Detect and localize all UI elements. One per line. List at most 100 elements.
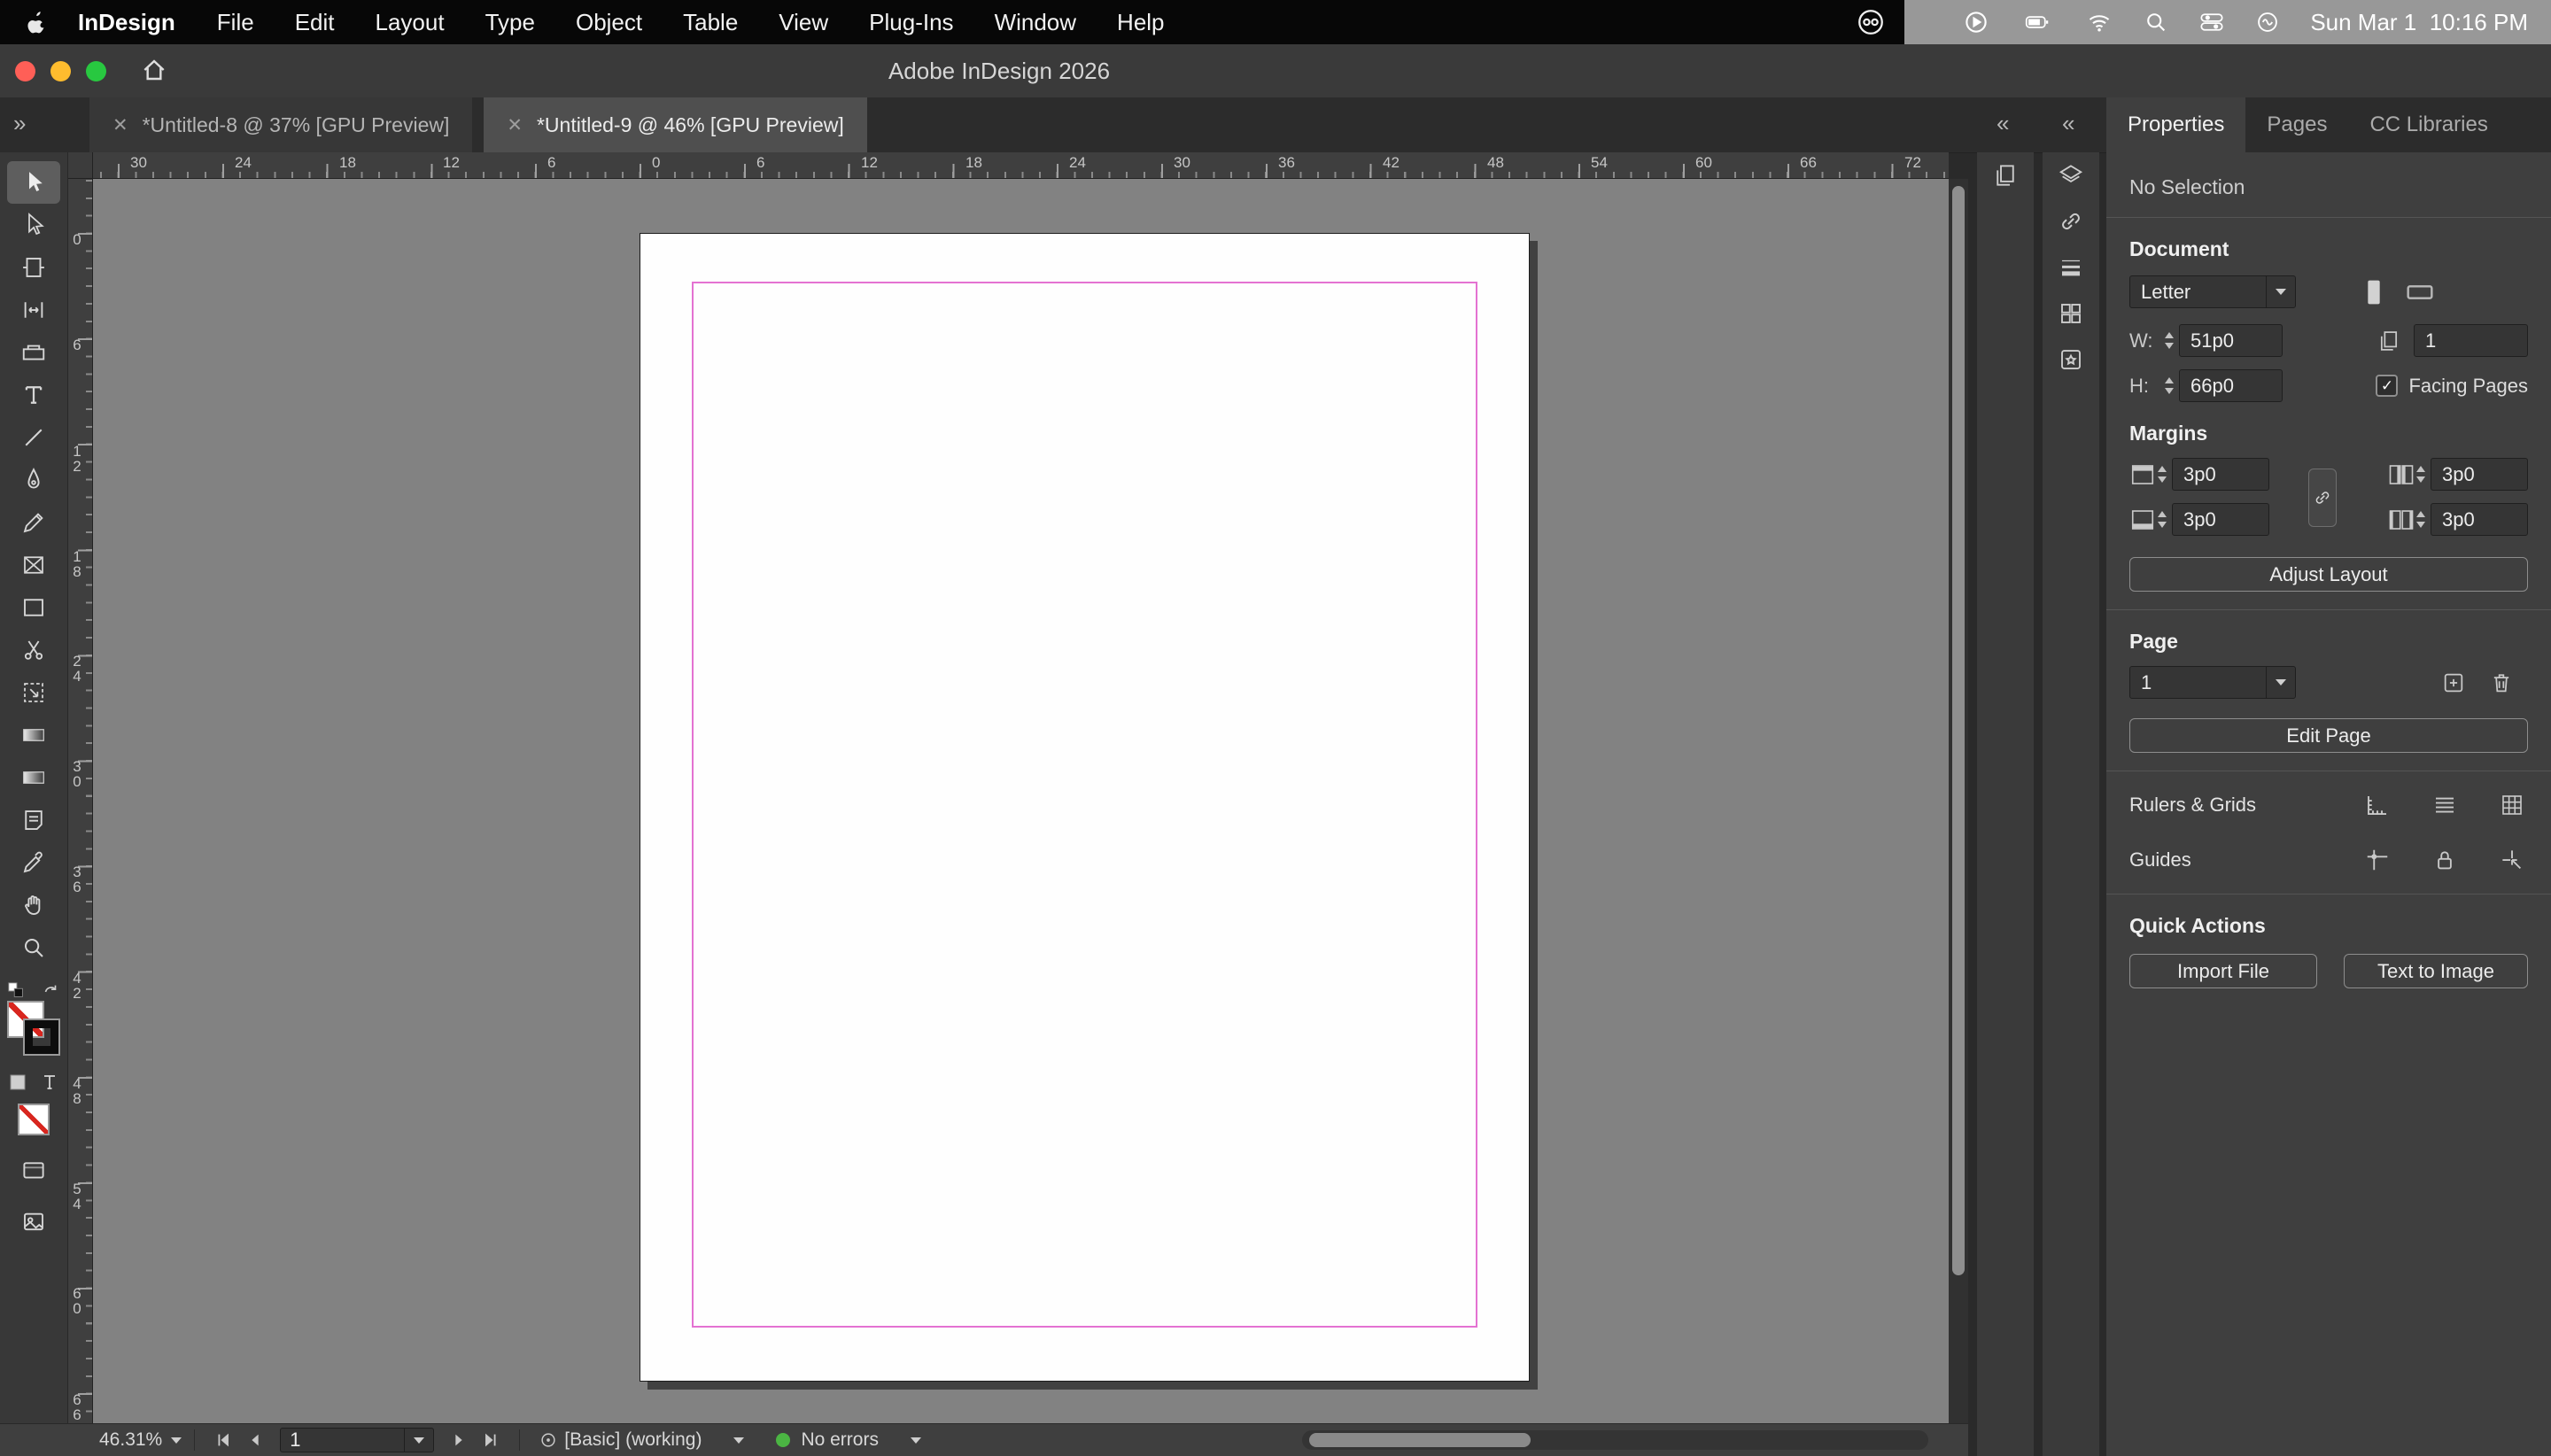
menu-view[interactable]: View — [758, 9, 849, 36]
width-stepper[interactable] — [2165, 332, 2174, 349]
line-tool[interactable] — [7, 416, 60, 459]
gradient-swatch-tool[interactable] — [7, 714, 60, 756]
control-center-icon[interactable] — [2198, 10, 2225, 35]
edit-page-button[interactable]: Edit Page — [2129, 718, 2528, 753]
media-control-icon[interactable] — [1963, 9, 1989, 35]
menu-help[interactable]: Help — [1097, 9, 1184, 36]
cc-libraries-panel-icon[interactable] — [2043, 337, 2099, 383]
document-tab-untitled-8[interactable]: ✕ *Untitled-8 @ 37% [GPU Preview] — [89, 97, 473, 152]
horizontal-scrollbar[interactable] — [1302, 1430, 1928, 1450]
inside-margin-field[interactable]: 3p0 — [2431, 458, 2528, 491]
home-icon[interactable] — [140, 56, 168, 84]
bottom-margin-field[interactable]: 3p0 — [2172, 503, 2269, 536]
menu-type[interactable]: Type — [465, 9, 555, 36]
show-rulers-button[interactable] — [2361, 789, 2393, 821]
apply-none-button[interactable] — [18, 1104, 50, 1135]
document-page[interactable] — [640, 233, 1530, 1382]
horizontal-scrollbar-thumb[interactable] — [1309, 1433, 1531, 1447]
document-tab-untitled-9[interactable]: ✕ *Untitled-9 @ 46% [GPU Preview] — [484, 97, 867, 152]
vertical-scrollbar[interactable] — [1949, 179, 1968, 1423]
show-guides-button[interactable] — [2361, 844, 2393, 876]
rectangle-tool[interactable] — [7, 586, 60, 629]
scissors-tool[interactable] — [7, 629, 60, 671]
selection-tool[interactable] — [7, 161, 60, 204]
landscape-orientation-button[interactable] — [2404, 278, 2436, 306]
minimize-window-button[interactable] — [50, 61, 71, 81]
eyedropper-tool[interactable] — [7, 841, 60, 884]
apple-menu-icon[interactable] — [23, 7, 50, 37]
menu-file[interactable]: File — [197, 9, 275, 36]
menu-table[interactable]: Table — [663, 9, 758, 36]
dock2-collapse-arrows[interactable]: « — [2062, 110, 2074, 137]
preflight-profile-dropdown[interactable]: [Basic] (working) — [564, 1429, 745, 1451]
battery-icon[interactable] — [2020, 10, 2055, 35]
preflight-status-dropdown[interactable]: No errors — [801, 1429, 921, 1451]
baseline-grid-button[interactable] — [2429, 789, 2461, 821]
direct-selection-tool[interactable] — [7, 204, 60, 246]
pasteboard[interactable] — [93, 179, 1949, 1423]
vertical-ruler[interactable]: 0 6 12 18 24 30 36 42 48 54 60 66 — [68, 179, 93, 1423]
stroke-panel-icon[interactable] — [2043, 244, 2099, 290]
height-stepper[interactable] — [2165, 377, 2174, 394]
text-to-image-button[interactable]: Text to Image — [2344, 954, 2528, 988]
links-panel-icon[interactable] — [2043, 198, 2099, 244]
wifi-icon[interactable] — [2085, 10, 2113, 35]
next-page-button[interactable] — [443, 1424, 475, 1456]
type-tool[interactable] — [7, 374, 60, 416]
zoom-tool[interactable] — [7, 926, 60, 969]
ruler-origin-corner[interactable] — [68, 152, 93, 179]
siri-icon[interactable] — [2255, 10, 2280, 35]
import-file-button[interactable]: Import File — [2129, 954, 2317, 988]
outside-margin-stepper[interactable] — [2416, 511, 2425, 528]
menu-edit[interactable]: Edit — [275, 9, 355, 36]
screen-mode-button[interactable] — [7, 1150, 60, 1192]
first-page-button[interactable] — [207, 1424, 239, 1456]
pen-tool[interactable] — [7, 459, 60, 501]
current-page-dropdown[interactable]: 1 — [2129, 666, 2296, 699]
note-tool[interactable] — [7, 799, 60, 841]
swap-fill-stroke-icon[interactable] — [41, 981, 60, 1001]
layers-panel-icon[interactable] — [2043, 152, 2099, 198]
statusbar-page-dropdown[interactable]: 1 — [280, 1428, 435, 1452]
tab-cc-libraries[interactable]: CC Libraries — [2348, 97, 2508, 152]
outside-margin-field[interactable]: 3p0 — [2431, 503, 2528, 536]
zoom-window-button[interactable] — [86, 61, 106, 81]
l8ck-guides-button[interactable] — [2429, 844, 2461, 876]
portrait-orientation-button[interactable] — [2360, 276, 2388, 308]
adjust-layout-button[interactable]: Adjust Layout — [2129, 557, 2528, 592]
menu-window[interactable]: Window — [974, 9, 1097, 36]
inside-margin-stepper[interactable] — [2416, 466, 2425, 483]
document-grid-button[interactable] — [2496, 789, 2528, 821]
menubar-app-name[interactable]: InDesign — [57, 9, 197, 36]
menu-object[interactable]: Object — [555, 9, 663, 36]
tab-properties[interactable]: Properties — [2106, 97, 2246, 152]
dock1-collapse-arrows[interactable]: « — [1997, 110, 2009, 137]
search-icon[interactable] — [2144, 10, 2168, 35]
formatting-affects-container-button[interactable] — [7, 1072, 28, 1093]
height-field[interactable]: 66p0 — [2179, 369, 2283, 402]
menu-plugins[interactable]: Plug-Ins — [849, 9, 973, 36]
page-tool[interactable] — [7, 246, 60, 289]
menubar-clock[interactable]: Sun Mar 1 10:16 PM — [2310, 9, 2528, 36]
content-collector-tool[interactable] — [7, 331, 60, 374]
top-margin-stepper[interactable] — [2158, 466, 2167, 483]
gap-tool[interactable] — [7, 289, 60, 331]
last-page-button[interactable] — [475, 1424, 507, 1456]
close-tab-icon[interactable]: ✕ — [112, 114, 128, 136]
close-window-button[interactable] — [15, 61, 35, 81]
top-margin-field[interactable]: 3p0 — [2172, 458, 2269, 491]
pages-count-field[interactable]: 1 — [2414, 324, 2528, 357]
pages-panel-icon[interactable] — [1977, 152, 2034, 198]
link-margins-toggle[interactable] — [2308, 469, 2337, 527]
previous-page-button[interactable] — [239, 1424, 271, 1456]
gradient-feather-tool[interactable] — [7, 756, 60, 799]
stroke-swatch[interactable] — [23, 1018, 60, 1056]
formatting-affects-text-button[interactable] — [39, 1072, 60, 1093]
width-field[interactable]: 51p0 — [2179, 324, 2283, 357]
delete-page-button[interactable] — [2485, 667, 2517, 699]
default-fill-stroke-icon[interactable] — [7, 981, 27, 1001]
bottom-margin-stepper[interactable] — [2158, 511, 2167, 528]
vertical-scrollbar-thumb[interactable] — [1952, 186, 1965, 1275]
menu-layout[interactable]: Layout — [355, 9, 465, 36]
view-options-button[interactable] — [7, 1201, 60, 1243]
